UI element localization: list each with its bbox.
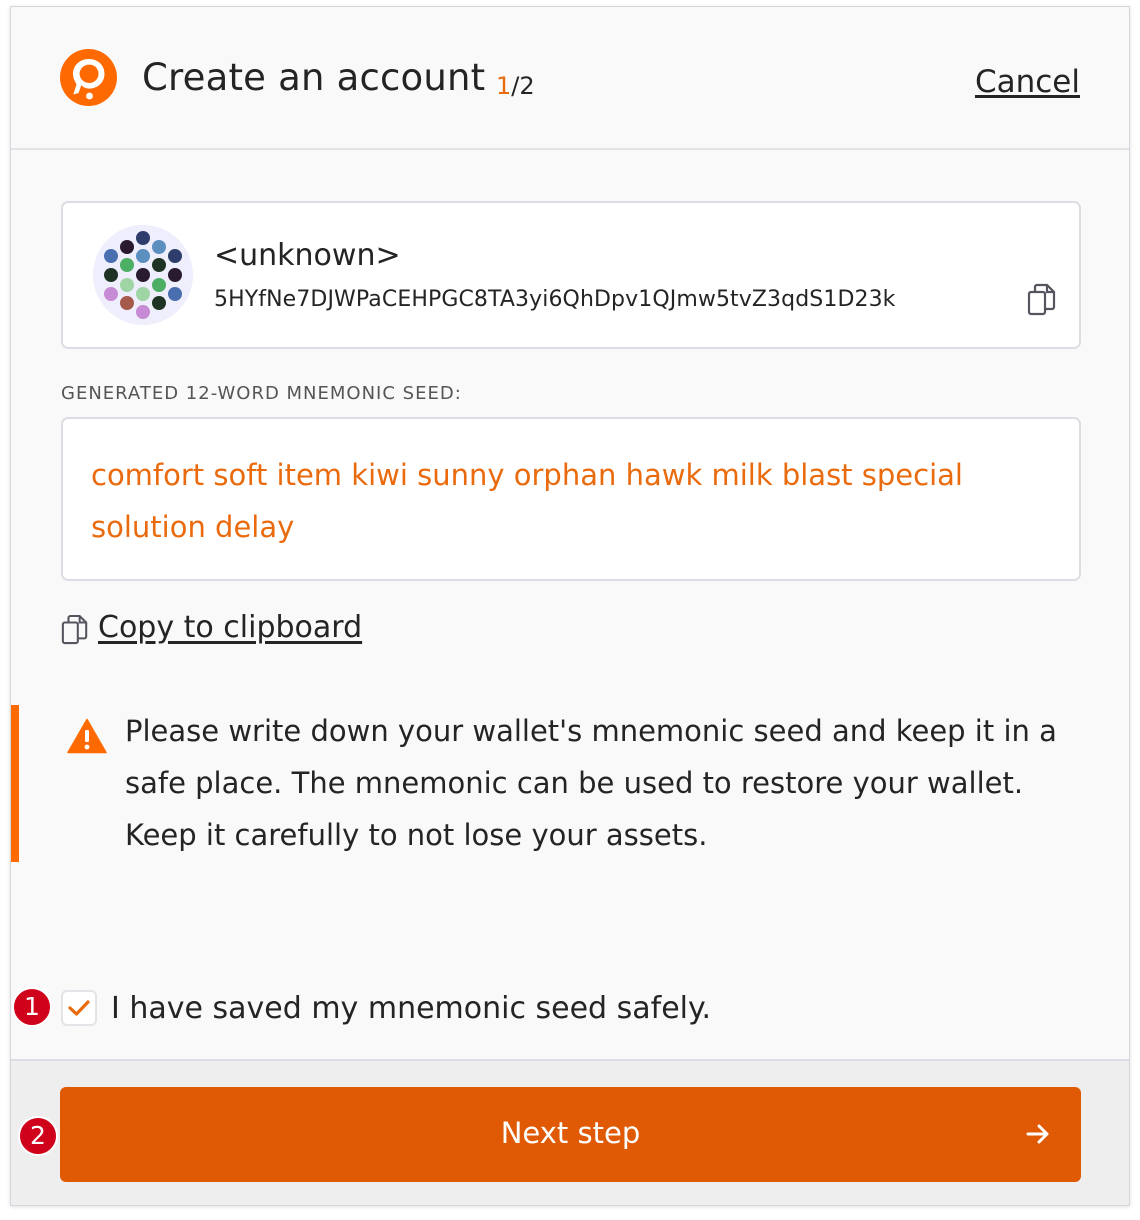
seed-label: GENERATED 12-WORD MNEMONIC SEED: bbox=[61, 383, 462, 404]
warning-text: Please write down your wallet's mnemonic… bbox=[125, 714, 1057, 852]
account-card: <unknown> 5HYfNe7DJWPaCEHPGC8TA3yi6QhDpv… bbox=[61, 201, 1081, 349]
copy-address-icon[interactable] bbox=[1027, 283, 1057, 317]
checkmark-icon bbox=[68, 1000, 90, 1016]
next-step-button[interactable]: Next step bbox=[60, 1087, 1081, 1182]
step-marker-1: 1 bbox=[12, 987, 52, 1027]
header: Create an account 1/2 Cancel bbox=[11, 7, 1129, 150]
arrow-right-icon bbox=[1026, 1124, 1049, 1144]
account-identicon-icon bbox=[93, 225, 193, 325]
account-address: 5HYfNe7DJWPaCEHPGC8TA3yi6QhDpv1QJmw5tvZ3… bbox=[214, 287, 896, 312]
next-step-label: Next step bbox=[500, 1116, 641, 1150]
step-current: 1 bbox=[496, 72, 512, 100]
saved-seed-label: I have saved my mnemonic seed safely. bbox=[111, 990, 711, 1026]
account-name: <unknown> bbox=[214, 238, 401, 273]
page-title: Create an account bbox=[142, 56, 486, 99]
copy-to-clipboard-label: Copy to clipboard bbox=[98, 609, 363, 645]
warning-message: Please write down your wallet's mnemonic… bbox=[11, 705, 1129, 862]
cancel-link[interactable]: Cancel bbox=[975, 62, 1080, 102]
step-indicator: 1/2 bbox=[496, 71, 535, 101]
copy-icon bbox=[61, 614, 88, 645]
step-total: /2 bbox=[511, 72, 535, 100]
create-account-window: Create an account 1/2 Cancel <unknown> 5… bbox=[10, 6, 1130, 1206]
copy-to-clipboard-button[interactable]: Copy to clipboard bbox=[61, 607, 362, 647]
saved-seed-checkbox[interactable] bbox=[61, 990, 97, 1026]
footer: Next step bbox=[11, 1059, 1129, 1205]
warning-icon bbox=[67, 718, 107, 754]
step-marker-2: 2 bbox=[18, 1116, 58, 1156]
saved-seed-checkbox-row[interactable]: I have saved my mnemonic seed safely. bbox=[61, 987, 711, 1029]
polkadot-logo-icon bbox=[60, 49, 117, 106]
seed-phrase-box: comfort soft item kiwi sunny orphan hawk… bbox=[61, 417, 1081, 581]
